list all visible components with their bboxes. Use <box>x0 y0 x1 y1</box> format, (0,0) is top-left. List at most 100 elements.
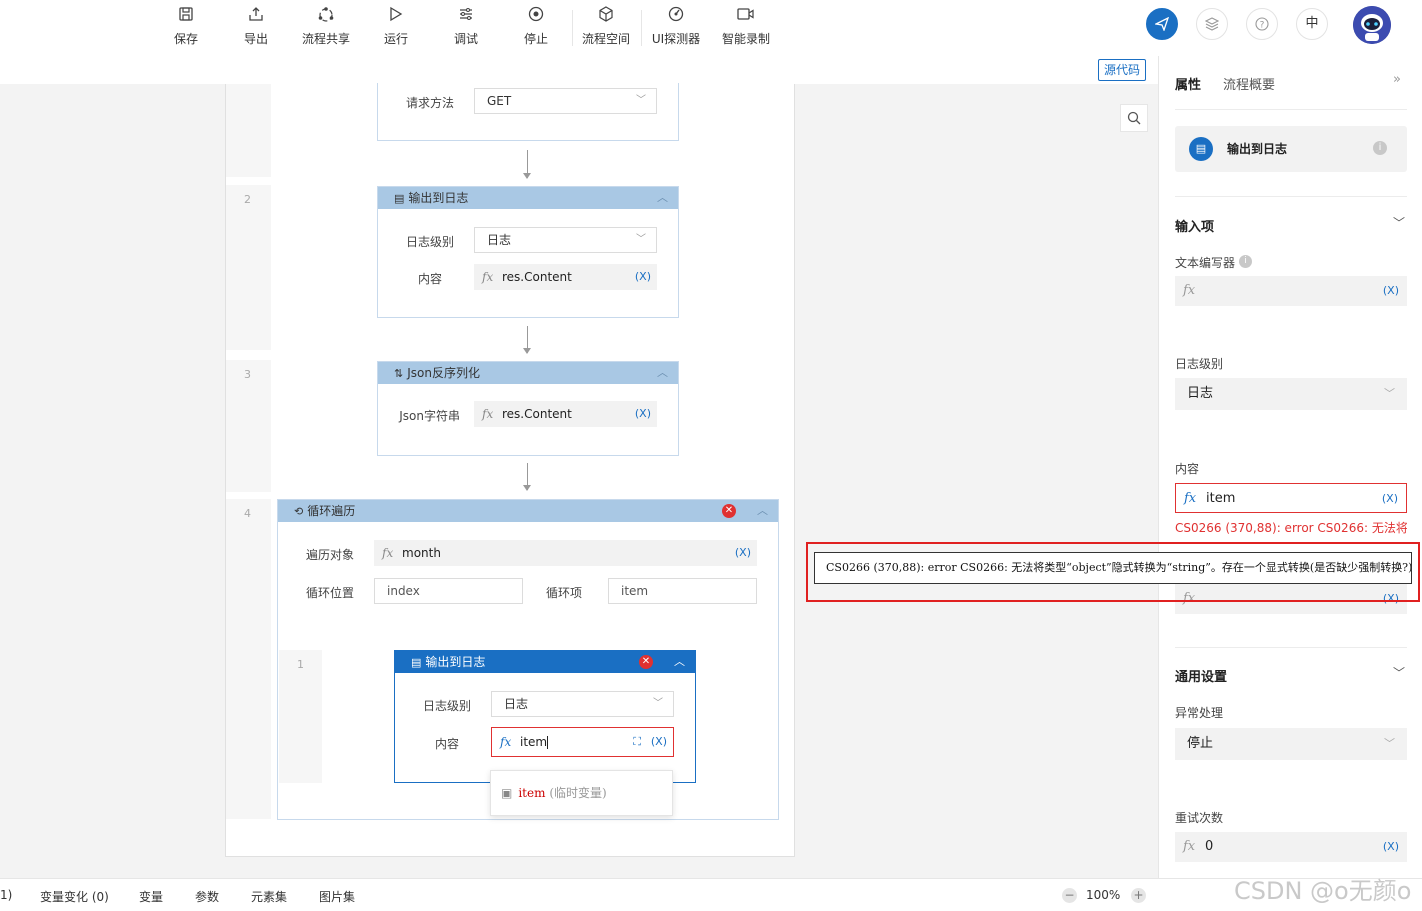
debug-icon <box>433 6 499 28</box>
zoom-in-button[interactable]: + <box>1131 888 1146 903</box>
loop-position-input[interactable]: index <box>374 578 523 604</box>
info-icon[interactable]: i <box>1239 255 1252 268</box>
zoom-out-button[interactable]: − <box>1062 888 1077 903</box>
chevron-down-icon[interactable]: ﹀ <box>1393 664 1405 681</box>
tab-properties[interactable]: 属性 <box>1175 74 1201 93</box>
tab-element-sets[interactable]: 元素集 <box>251 888 287 905</box>
stop-button[interactable]: 停止 <box>503 6 569 47</box>
chevron-down-icon: ﹀ <box>653 698 663 709</box>
inner-log-output-node[interactable]: ▤ 输出到日志 ︿ ✕ 日志级别 日志 ﹀ 内容 fx item ⛶ (X) <box>394 650 696 783</box>
search-button[interactable] <box>1120 104 1148 132</box>
section-general-title[interactable]: 通用设置 <box>1175 666 1227 685</box>
collapse-icon[interactable]: ︿ <box>657 362 668 384</box>
loop-target-label: 遍历对象 <box>305 548 354 562</box>
smart-record-button[interactable]: 智能录制 <box>713 6 779 47</box>
bottom-tab-partial[interactable]: 1) <box>0 888 12 902</box>
source-code-button[interactable]: 源代码 <box>1098 59 1147 81</box>
section-inputs-title[interactable]: 输入项 <box>1175 216 1214 235</box>
content-expression-input[interactable]: fx item ⛶ (X) <box>491 727 674 757</box>
content-expression-field[interactable]: fx item (X) <box>1175 483 1407 513</box>
retry-field[interactable]: fx 0 (X) <box>1175 832 1407 862</box>
chevron-down-icon[interactable]: ﹀ <box>1393 214 1405 231</box>
error-icon[interactable]: ✕ <box>639 655 653 669</box>
node-header[interactable]: ⇅ Json反序列化 ︿ <box>378 362 678 384</box>
variable-insert-button[interactable]: (X) <box>1383 832 1399 862</box>
variable-insert-button[interactable]: (X) <box>1382 484 1398 514</box>
tab-variables[interactable]: 变量 <box>139 888 163 905</box>
export-button[interactable]: 导出 <box>223 6 289 47</box>
ui-detector-icon <box>643 6 709 28</box>
collapse-panel-icon[interactable]: » <box>1393 72 1401 87</box>
variable-insert-button[interactable]: (X) <box>1383 276 1399 306</box>
share-button[interactable]: 流程共享 <box>293 6 359 47</box>
loop-position-placeholder: index <box>387 584 420 598</box>
ui-detector-button[interactable]: UI探测器 <box>643 6 709 47</box>
variable-icon: ▣ <box>501 786 513 800</box>
flow-space-label: 流程空间 <box>581 32 630 46</box>
help-button[interactable]: ? <box>1246 8 1278 40</box>
run-icon <box>363 6 429 28</box>
log-level-label: 日志级别 <box>1175 357 1224 371</box>
node-header[interactable]: ▤ 输出到日志 ︿ ✕ <box>395 651 695 673</box>
node-title: Json反序列化 <box>407 366 480 380</box>
run-label: 运行 <box>383 32 408 46</box>
error-icon[interactable]: ✕ <box>722 504 736 518</box>
fx-icon: fx <box>382 546 394 560</box>
tab-flow-overview[interactable]: 流程概要 <box>1223 74 1275 93</box>
node-header[interactable]: ⟲ 循环遍历 ︿ ✕ <box>278 500 778 522</box>
json-expression-field[interactable]: fx res.Content (X) <box>474 401 657 427</box>
variable-insert-button[interactable]: (X) <box>635 264 651 290</box>
collapse-icon[interactable]: ︿ <box>757 500 768 522</box>
connector-arrow <box>523 463 531 491</box>
fx-icon: fx <box>482 270 494 284</box>
json-deserialize-node[interactable]: ⇅ Json反序列化 ︿ Json字符串 fx res.Content (X) <box>377 361 679 456</box>
loop-item-input[interactable]: item <box>608 578 757 604</box>
loop-target-field[interactable]: fx month (X) <box>374 540 757 566</box>
stop-icon <box>503 6 569 28</box>
stop-label: 停止 <box>523 32 548 46</box>
send-icon <box>1153 16 1170 35</box>
fx-icon: fx <box>482 407 494 421</box>
layers-icon <box>1204 17 1220 35</box>
zoom-level: 100% <box>1086 888 1121 902</box>
ui-detector-label: UI探测器 <box>651 32 701 46</box>
divider <box>1175 647 1407 648</box>
tab-variable-changes[interactable]: 变量变化 (0) <box>40 888 109 905</box>
tab-image-sets[interactable]: 图片集 <box>319 888 355 905</box>
suggestion-item[interactable]: ▣ item (临时变量) <box>501 777 661 809</box>
log-level-select[interactable]: 日志 ﹀ <box>474 227 657 253</box>
method-select[interactable]: GET ﹀ <box>474 88 657 114</box>
content-expression-field[interactable]: fx res.Content (X) <box>474 264 657 290</box>
save-button[interactable]: 保存 <box>153 6 219 47</box>
variable-insert-button[interactable]: (X) <box>735 540 751 566</box>
collapse-icon[interactable]: ︿ <box>657 187 668 209</box>
divider <box>1175 196 1407 197</box>
fx-icon: fx <box>500 735 512 749</box>
json-string-label: Json字符串 <box>399 409 460 423</box>
chevron-down-icon: ﹀ <box>636 234 646 245</box>
log-output-node[interactable]: ▤ 输出到日志 ︿ 日志级别 日志 ﹀ 内容 fx res.Content (X) <box>377 186 679 318</box>
avatar[interactable] <box>1353 6 1391 44</box>
tab-parameters[interactable]: 参数 <box>195 888 219 905</box>
variable-insert-button[interactable]: (X) <box>651 728 667 756</box>
http-request-node[interactable]: 请求方法 GET ﹀ <box>377 83 679 141</box>
exception-select[interactable]: 停止 ﹀ <box>1175 728 1407 760</box>
log-level-select[interactable]: 日志 ﹀ <box>491 691 674 717</box>
language-button[interactable]: 中 <box>1296 8 1328 40</box>
debug-button[interactable]: 调试 <box>433 6 499 47</box>
node-header[interactable]: ▤ 输出到日志 ︿ <box>378 187 678 209</box>
info-icon[interactable]: i <box>1373 141 1387 155</box>
variable-insert-button[interactable]: (X) <box>635 401 651 427</box>
text-editor-field[interactable]: fx (X) <box>1175 276 1407 306</box>
publish-button[interactable] <box>1146 8 1178 40</box>
log-level-select[interactable]: 日志 ﹀ <box>1175 378 1407 410</box>
log-icon: ▤ <box>1189 137 1213 161</box>
run-button[interactable]: 运行 <box>363 6 429 47</box>
expand-icon[interactable]: ⛶ <box>633 728 641 756</box>
text-cursor <box>547 736 549 749</box>
svg-text:?: ? <box>1260 21 1265 31</box>
flow-space-button[interactable]: 流程空间 <box>573 6 639 47</box>
share-icon <box>293 6 359 28</box>
layers-button[interactable] <box>1196 8 1228 40</box>
collapse-icon[interactable]: ︿ <box>674 651 685 673</box>
